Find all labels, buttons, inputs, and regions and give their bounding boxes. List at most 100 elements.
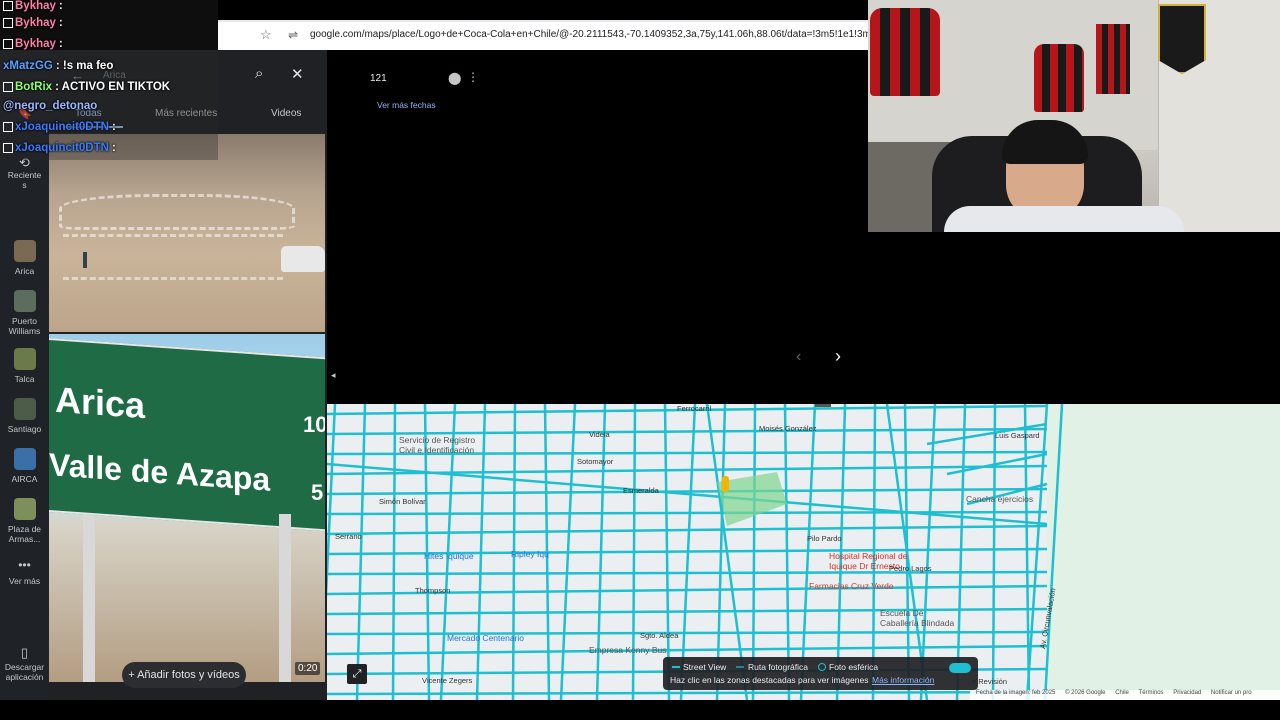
legend-route-swatch [736, 666, 744, 668]
chat-message: Bykhay: [3, 38, 63, 50]
more-options-icon[interactable]: ⋮ [467, 70, 479, 84]
road-sign [49, 337, 325, 533]
map-drag-handle[interactable] [815, 404, 831, 407]
chat-text: : [58, 38, 63, 50]
road-sign-num1: 10 [303, 412, 325, 437]
footer-terms[interactable]: Términos [1139, 690, 1164, 696]
location-pin-icon[interactable]: ⬤ [448, 71, 461, 85]
tab-videos[interactable]: Videos [271, 108, 301, 119]
map-label-empresa[interactable]: Empresa Kenny Bus [589, 645, 666, 655]
chat-text: : [58, 17, 63, 29]
photo-thumbnail-road-sign[interactable]: Arica Valle de Azapa 10 5 [49, 334, 325, 682]
address-bar[interactable]: ☆ ⇌ google.com/maps/place/Logo+de+Coca-C… [218, 22, 890, 50]
suv-vehicle [281, 246, 325, 272]
footer-country[interactable]: Chile [1115, 690, 1129, 696]
chat-message: xJoaquincit0DTN: [3, 142, 116, 154]
recent-place-label: Puerto Williams [8, 316, 41, 336]
more-label: Ver más [8, 576, 41, 586]
map-label-mercado[interactable]: Mercado Centenario [447, 633, 524, 643]
street-videla: Videla [589, 430, 610, 439]
chat-badge-icon [3, 121, 13, 132]
recent-place-plaza[interactable]: Plaza de Armas... [0, 498, 49, 544]
chat-username: Bykhay [15, 38, 56, 50]
street-sotomayor: Sotomayor [577, 457, 614, 466]
street-serrano: Serrano [335, 532, 362, 541]
close-icon[interactable]: ✕ [291, 65, 304, 83]
prev-image-icon[interactable]: ‹ [796, 348, 801, 366]
sign-post-right [279, 514, 291, 682]
street-vicente-zegers: Vicente Zegers [422, 676, 473, 685]
more-icon: ••• [18, 558, 31, 572]
recent-place-santiago[interactable]: Santiago [0, 398, 49, 434]
video-duration: 0:20 [295, 662, 321, 675]
plus-icon: + [128, 669, 138, 681]
footer-report[interactable]: Notificar un pro [1211, 690, 1252, 696]
see-more-dates-link[interactable]: Ver más fechas [377, 100, 436, 110]
map-label-farmacias[interactable]: Farmacias Cruz Verde [809, 581, 894, 591]
jersey-2 [1034, 44, 1084, 112]
footer-copyright: © 2026 Google [1065, 690, 1106, 696]
recent-place-thumbnail [13, 290, 36, 312]
recent-place-airca[interactable]: AIRCA [0, 448, 49, 484]
collapse-panel-icon[interactable]: ◂ [331, 370, 336, 381]
legend-sv-label: Street View [683, 662, 727, 672]
recent-place-thumbnail [13, 498, 36, 520]
add-photos-button[interactable]: + Añadir fotos y vídeos [122, 662, 246, 688]
chat-username: xMatzGG [3, 60, 53, 72]
sign-post-left [83, 514, 95, 682]
map-label-ripley[interactable]: Ripley Iqq [511, 549, 549, 559]
legend-sv-swatch [672, 666, 680, 668]
legend-sphere-label: Foto esférica [829, 662, 879, 672]
address-url[interactable]: google.com/maps/place/Logo+de+Coca-Cola+… [310, 29, 890, 40]
bookmark-star-icon[interactable]: ☆ [260, 28, 274, 42]
recent-place-thumbnail [13, 348, 36, 370]
chat-badge-icon [3, 38, 13, 49]
street-pilo-pardo: Pilo Pardo [807, 534, 842, 543]
chat-text: : [111, 121, 116, 133]
street-view-viewer[interactable]: 121 ⬤ ⋮ Ver más fechas ◂ ‹ › [327, 50, 868, 404]
street-thompson: Thompson [415, 586, 451, 595]
streamer-shirt [944, 206, 1184, 232]
chat-text: : [111, 142, 116, 154]
bottom-black-bar [0, 700, 1280, 720]
person-figure [83, 252, 87, 268]
recent-place-thumbnail [13, 240, 36, 262]
chat-username: xJoaquincit0DTN [15, 121, 109, 133]
street-luis-gaspard: Luis Gaspard [995, 431, 1040, 440]
chat-message: xJoaquincit0DTN: [3, 121, 116, 133]
chat-username: BotRix [15, 81, 53, 93]
chat-message: xMatzGG: !s ma feo [3, 60, 113, 72]
footer-image-date: Fecha de la imagen: feb 2025 [976, 690, 1056, 696]
chat-message: Bykhay: [3, 0, 63, 12]
download-app-button[interactable]: ▯ Descargar aplicación [0, 646, 49, 682]
map-view[interactable]: Servicio de Registro Civil e Identificac… [327, 404, 1280, 700]
chat-username: xJoaquincit0DTN [15, 142, 109, 154]
map-footer: Fecha de la imagen: feb 2025 © 2026 Goog… [970, 690, 1280, 700]
site-settings-icon[interactable]: ⇌ [288, 28, 298, 42]
desert-logo-drawing [59, 194, 295, 230]
more-button[interactable]: ••• Ver más [0, 558, 49, 586]
photo-thumbnail-desert[interactable] [49, 134, 325, 332]
chat-username: Bykhay [15, 17, 56, 29]
map-label-registro[interactable]: Servicio de Registro Civil e Identificac… [399, 435, 475, 455]
recent-place-label: Talca [14, 374, 35, 384]
desert-letters [63, 234, 283, 280]
recent-place-thumbnail [13, 398, 36, 420]
legend-more-info-link[interactable]: Más información [872, 675, 934, 685]
recent-place-talca[interactable]: Talca [0, 348, 49, 384]
street-view-toggle[interactable] [949, 663, 971, 673]
chat-text: : !s ma feo [55, 60, 114, 72]
map-label-escuela[interactable]: Escuela De Caballería Blindada [880, 608, 954, 628]
chat-message: Bykhay: [3, 17, 63, 29]
recent-place-puerto-williams[interactable]: Puerto Williams [0, 290, 49, 336]
chat-badge-icon [3, 17, 13, 28]
pegman-icon[interactable] [722, 476, 729, 492]
fullscreen-toggle-icon[interactable]: ⤢ [347, 664, 367, 684]
recent-place-arica[interactable]: Arica [0, 240, 49, 276]
recents-button[interactable]: ⟲ Reciente s [0, 156, 49, 190]
next-image-icon[interactable]: › [835, 346, 841, 367]
map-label-hites[interactable]: Hites Iquique [424, 551, 474, 561]
footer-privacy[interactable]: Privacidad [1173, 690, 1201, 696]
map-label-cancha[interactable]: Cancha ejercicios [966, 494, 1033, 504]
search-icon[interactable]: ⌕ [255, 65, 263, 82]
